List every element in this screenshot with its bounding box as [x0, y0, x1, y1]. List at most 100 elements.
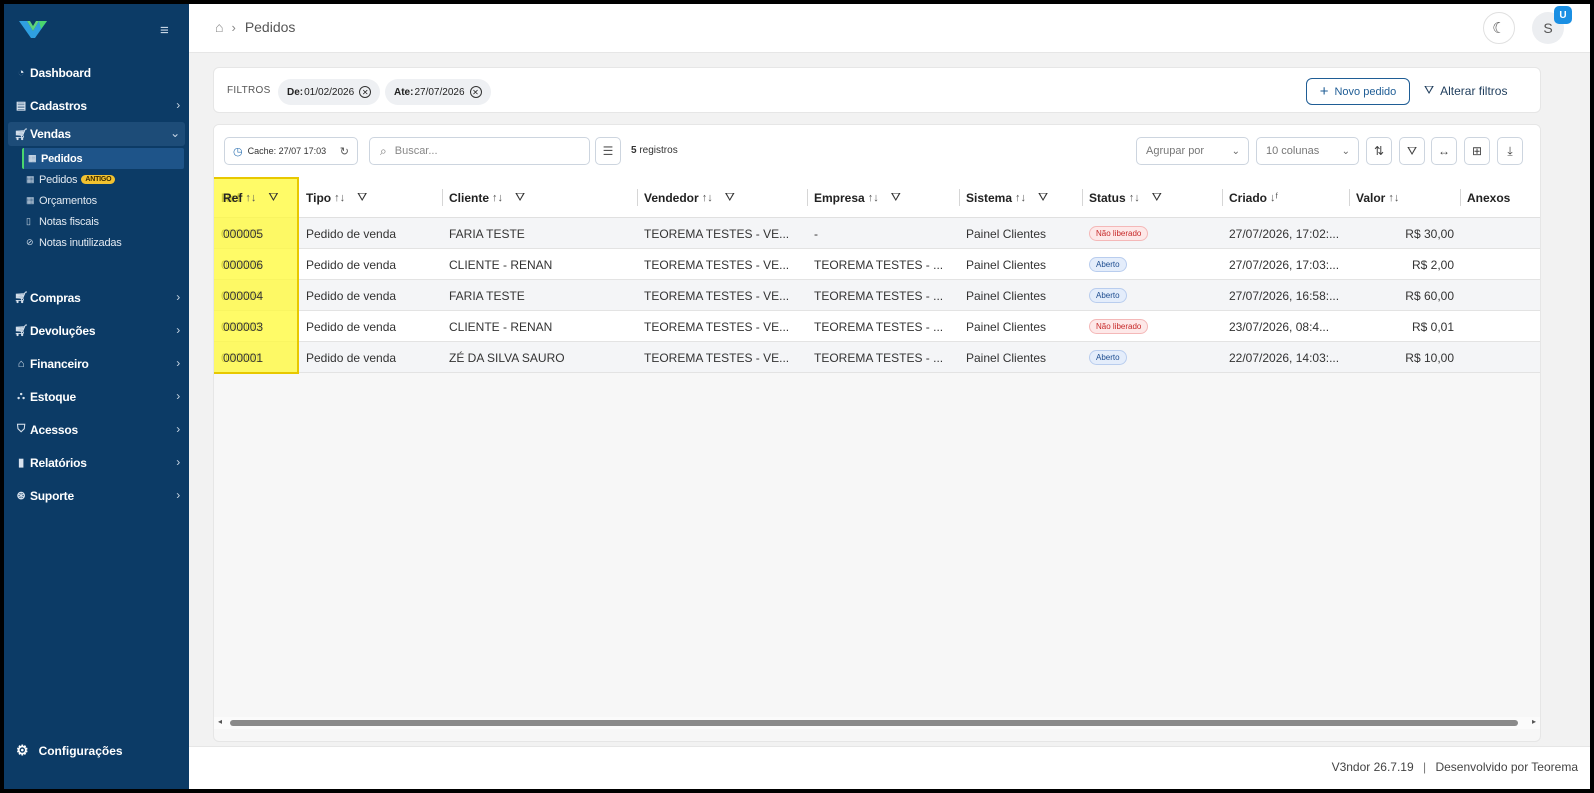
grid-view-button[interactable]: ⊞ [1464, 137, 1490, 165]
sidebar-item-vendas[interactable]: 🛒︎ Vendas ⌄ [8, 122, 185, 146]
list-icon: ▦ [28, 153, 37, 163]
dark-mode-toggle[interactable]: ☾ [1483, 12, 1515, 44]
filter-chip-ate[interactable]: Ate: 27/07/2026 ✕ [385, 79, 491, 105]
column-header-empresa[interactable]: Empresa ↑↓ ⛛ [807, 177, 901, 218]
orders-table: Ref Tipo ↑↓ ⛛ Cliente ↑↓ ⛛ Vendedor ↑↓ [214, 177, 1540, 373]
column-header-valor[interactable]: Valor ↑↓ [1349, 177, 1399, 218]
column-header-anexos[interactable]: Anexos [1460, 177, 1510, 218]
sidebar-item-financeiro[interactable]: ⌂ Financeiro › [4, 347, 189, 380]
cell-sistema: Painel Clientes [966, 319, 1047, 334]
cell-ref[interactable]: 000006 [214, 249, 299, 280]
new-order-button[interactable]: + Novo pedido [1306, 78, 1410, 105]
sidebar-item-cadastros[interactable]: ▤ Cadastros › [4, 89, 189, 122]
home-icon[interactable]: ⌂ [215, 19, 223, 35]
filter-icon[interactable]: ⛛ [268, 190, 278, 205]
sidebar-item-dashboard[interactable]: ◔ Dashboard [4, 56, 189, 89]
chevron-right-icon: › [176, 290, 180, 304]
filter-icon[interactable]: ⛛ [891, 190, 901, 205]
sidebar-item-devolucoes[interactable]: 🛒︎ Devoluções › [4, 314, 189, 347]
logo[interactable] [18, 19, 48, 44]
cell-ref[interactable]: 000001 [214, 342, 299, 373]
table-row[interactable]: 000006 Pedido de venda CLIENTE - RENAN T… [214, 249, 1540, 280]
table-row[interactable]: 000005 Pedido de venda FARIA TESTE TEORE… [214, 218, 1540, 249]
id-card-icon: ▤ [15, 100, 27, 112]
sort-icon: ⇅ [1373, 144, 1385, 158]
filter-icon[interactable]: ⛛ [515, 190, 525, 205]
cell-cliente: CLIENTE - RENAN [449, 257, 553, 272]
table-row[interactable]: 000001 Pedido de venda ZÉ DA SILVA SAURO… [214, 342, 1540, 373]
table-toolbar: ◷ Cache: 27/07 17:03 ↻ ⌕ ☰ 5 registros A… [214, 125, 1540, 177]
cell-empresa: TEOREMA TESTES - ... [814, 257, 944, 272]
table-row[interactable]: 000003 Pedido de venda CLIENTE - RENAN T… [214, 311, 1540, 342]
table-row[interactable]: 000004 Pedido de venda FARIA TESTE TEORE… [214, 280, 1540, 311]
cell-ref[interactable]: 000004 [214, 280, 299, 311]
sidebar-subitem-pedidos-antigo[interactable]: ▦ Pedidos ANTIGO [4, 169, 189, 190]
sidebar-item-acessos[interactable]: ⛉ Acessos › [4, 413, 189, 446]
filter-icon[interactable]: ⛛ [357, 190, 367, 205]
close-icon[interactable]: ✕ [359, 86, 372, 98]
column-header-criado[interactable]: Criado ↓ᶠ [1222, 177, 1278, 218]
sort-icon[interactable]: ↑↓ [1388, 192, 1399, 204]
sidebar-item-estoque[interactable]: ⛬ Estoque › [4, 380, 189, 413]
sidebar-nav: ◔ Dashboard ▤ Cadastros › 🛒︎ Vendas ⌄ ▦ … [4, 56, 189, 512]
sort-icon[interactable]: ↑↓ [1015, 192, 1026, 204]
status-badge: Não liberado [1089, 319, 1149, 334]
settings-link[interactable]: ⚙ Configurações [16, 742, 123, 759]
column-header-sistema[interactable]: Sistema ↑↓ ⛛ [959, 177, 1048, 218]
scroll-left-icon[interactable]: ◂ [218, 717, 222, 726]
sort-desc-icon[interactable]: ↓ᶠ [1270, 192, 1278, 204]
horizontal-scrollbar[interactable]: ◂ ▸ [214, 717, 1540, 729]
filter-icon[interactable]: ⛛ [1152, 190, 1162, 205]
group-by-select[interactable]: Agrupar por ⌄ [1136, 137, 1249, 165]
change-filters-button[interactable]: ⛛ Alterar filtros [1424, 83, 1507, 98]
menu-toggle-icon[interactable]: ≡ [160, 22, 169, 39]
sort-icon[interactable]: ↑↓ [1129, 192, 1140, 204]
columns-select[interactable]: 10 colunas ⌄ [1256, 137, 1359, 165]
sidebar-item-relatorios[interactable]: ▮ Relatórios › [4, 446, 189, 479]
list-icon: ▦ [26, 174, 35, 184]
sidebar-item-compras[interactable]: 🛒︎ Compras › [4, 281, 189, 314]
sort-icon[interactable]: ↑↓ [702, 192, 713, 204]
sidebar-subitem-notas-inutilizadas[interactable]: ⊘ Notas inutilizadas [4, 232, 189, 253]
column-header-ref-highlighted[interactable]: Ref ↑↓ ⛛ [214, 177, 299, 218]
column-settings-button[interactable]: ☰ [595, 137, 621, 165]
fit-width-button[interactable]: ↔ [1431, 137, 1457, 165]
cache-indicator[interactable]: ◷ Cache: 27/07 17:03 ↻ [224, 137, 358, 165]
column-header-tipo[interactable]: Tipo ↑↓ ⛛ [299, 177, 367, 218]
column-header-status[interactable]: Status ↑↓ ⛛ [1082, 177, 1162, 218]
scroll-right-icon[interactable]: ▸ [1532, 717, 1536, 726]
column-header-vendedor[interactable]: Vendedor ↑↓ ⛛ [637, 177, 735, 218]
close-icon[interactable]: ✕ [469, 86, 482, 98]
sidebar-subitem-label: Pedidos [39, 173, 78, 186]
filter-icon[interactable]: ⛛ [725, 190, 735, 205]
shield-icon: ⛉ [16, 423, 26, 435]
refresh-icon[interactable]: ↻ [340, 145, 349, 158]
sidebar-item-suporte[interactable]: ⊛ Suporte › [4, 479, 189, 512]
cell-ref[interactable]: 000003 [214, 311, 299, 342]
status-badge: Aberto [1089, 257, 1127, 272]
sort-icon[interactable]: ↑↓ [492, 192, 503, 204]
sort-icon[interactable]: ↑↓ [868, 192, 879, 204]
filter-chip-de[interactable]: De: 01/02/2026 ✕ [278, 79, 381, 105]
download-button[interactable]: ⤓ [1497, 137, 1523, 165]
clear-filters-button[interactable]: ⛛ [1399, 137, 1425, 165]
cell-empresa: TEOREMA TESTES - ... [814, 288, 944, 303]
sort-button[interactable]: ⇅ [1366, 137, 1392, 165]
search-box[interactable]: ⌕ [369, 137, 590, 165]
sidebar-subitem-notas-fiscais[interactable]: ▯ Notas fiscais [4, 211, 189, 232]
cell-valor: R$ 10,00 [1405, 350, 1454, 365]
scrollbar-thumb[interactable] [230, 720, 1518, 726]
sliders-icon: ☰ [602, 144, 614, 158]
sidebar-subitem-orcamentos[interactable]: ▦ Orçamentos [4, 190, 189, 211]
sort-icon[interactable]: ↑↓ [334, 192, 345, 204]
cell-tipo: Pedido de venda [306, 288, 397, 303]
column-header-cliente[interactable]: Cliente ↑↓ ⛛ [442, 177, 525, 218]
avatar-initial: S [1543, 20, 1553, 36]
cell-ref[interactable]: 000005 [214, 218, 299, 249]
search-input[interactable] [394, 145, 575, 157]
cell-empresa: TEOREMA TESTES - ... [814, 350, 944, 365]
chevron-right-icon: › [176, 455, 180, 469]
filter-icon[interactable]: ⛛ [1038, 190, 1048, 205]
sort-icon[interactable]: ↑↓ [245, 192, 256, 204]
sidebar-subitem-pedidos[interactable]: ▦ Pedidos [22, 148, 184, 169]
